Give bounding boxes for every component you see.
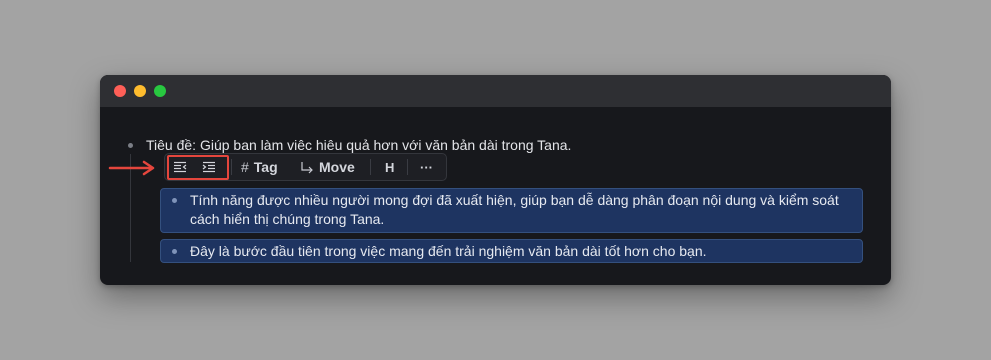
selected-child-node-1[interactable]: Tính năng được nhiều người mong đợi đã x… (160, 188, 863, 233)
selected-child-node-2[interactable]: Đây là bước đầu tiên trong việc mang đến… (160, 239, 863, 263)
move-button[interactable]: Move (300, 154, 355, 180)
app-window: Tiêu đề: Giúp ban làm viêc hiêu quả hơn … (100, 75, 891, 285)
toolbar-separator (231, 159, 232, 175)
toolbar-separator (370, 159, 371, 175)
child-node-text[interactable]: Đây là bước đầu tiên trong việc mang đến… (190, 242, 850, 261)
child-node-text[interactable]: Tính năng được nhiều người mong đợi đã x… (190, 191, 850, 229)
close-window-button[interactable] (114, 85, 126, 97)
parent-node-bullet[interactable] (128, 143, 133, 148)
heading-button[interactable]: H (385, 154, 394, 180)
child-node-bullet[interactable] (172, 249, 177, 254)
tag-label: Tag (253, 159, 278, 175)
move-label: Move (319, 159, 355, 175)
indent-buttons-highlight (167, 155, 229, 180)
minimize-window-button[interactable] (134, 85, 146, 97)
more-options-button[interactable]: ··· (420, 154, 433, 180)
tag-button[interactable]: # Tag (241, 154, 278, 180)
move-arrow-icon (301, 161, 313, 173)
annotation-arrow-icon (108, 160, 155, 176)
hash-icon: # (241, 159, 249, 175)
child-node-bullet[interactable] (172, 198, 177, 203)
outline-editor: Tiêu đề: Giúp ban làm viêc hiêu quả hơn … (100, 107, 891, 285)
maximize-window-button[interactable] (154, 85, 166, 97)
toolbar-separator (407, 159, 408, 175)
title-bar (100, 75, 891, 107)
